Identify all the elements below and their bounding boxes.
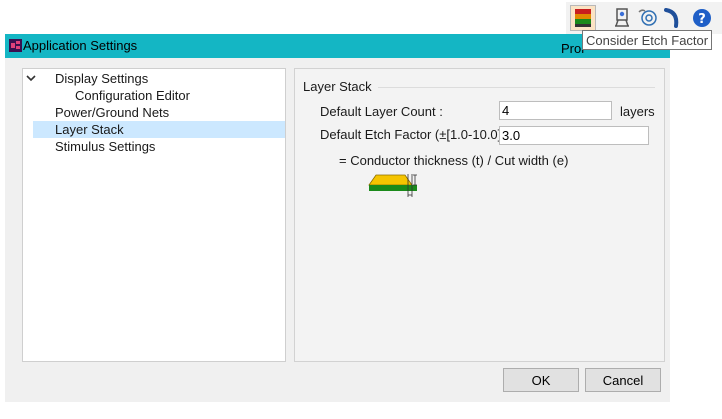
etch-factor-formula: = Conductor thickness (t) / Cut width (e… bbox=[339, 153, 569, 168]
svg-text:?: ? bbox=[698, 12, 706, 27]
tree-item-power-ground-nets[interactable]: Power/Ground Nets bbox=[55, 104, 169, 121]
help-icon[interactable]: ? bbox=[690, 6, 714, 30]
layer-stack-icon[interactable] bbox=[570, 5, 596, 31]
etch-factor-input[interactable] bbox=[499, 126, 649, 145]
layer-count-unit: layers bbox=[620, 104, 655, 119]
tooltip: Consider Etch Factor bbox=[582, 30, 713, 50]
sensor-icon[interactable] bbox=[636, 6, 660, 30]
settings-dialog: Application Settings Pror Display Settin… bbox=[5, 34, 670, 402]
chevron-down-icon[interactable] bbox=[26, 73, 36, 83]
tree-item-configuration-editor[interactable]: Configuration Editor bbox=[75, 87, 190, 104]
layer-count-label: Default Layer Count : bbox=[320, 104, 443, 119]
tree-item-display-settings[interactable]: Display Settings bbox=[55, 70, 148, 87]
cable-icon[interactable] bbox=[660, 6, 684, 30]
layer-count-input[interactable] bbox=[499, 101, 612, 120]
app-icon bbox=[9, 39, 22, 52]
settings-tree: Display Settings Configuration Editor Po… bbox=[22, 68, 286, 362]
tree-item-layer-stack[interactable]: Layer Stack bbox=[33, 121, 285, 138]
title-bar[interactable]: Application Settings Pror bbox=[5, 34, 670, 58]
cancel-button[interactable]: Cancel bbox=[585, 368, 661, 392]
ok-button[interactable]: OK bbox=[503, 368, 579, 392]
layer-stack-panel: Layer Stack Default Layer Count : layers… bbox=[294, 68, 665, 362]
probe-icon[interactable] bbox=[610, 6, 634, 30]
group-title: Layer Stack bbox=[303, 79, 378, 94]
etch-factor-label: Default Etch Factor (±[1.0-10.0]) : bbox=[320, 127, 513, 142]
dialog-title: Application Settings bbox=[23, 38, 138, 53]
tree-item-stimulus-settings[interactable]: Stimulus Settings bbox=[55, 138, 155, 155]
etch-factor-diagram-icon bbox=[368, 174, 417, 197]
